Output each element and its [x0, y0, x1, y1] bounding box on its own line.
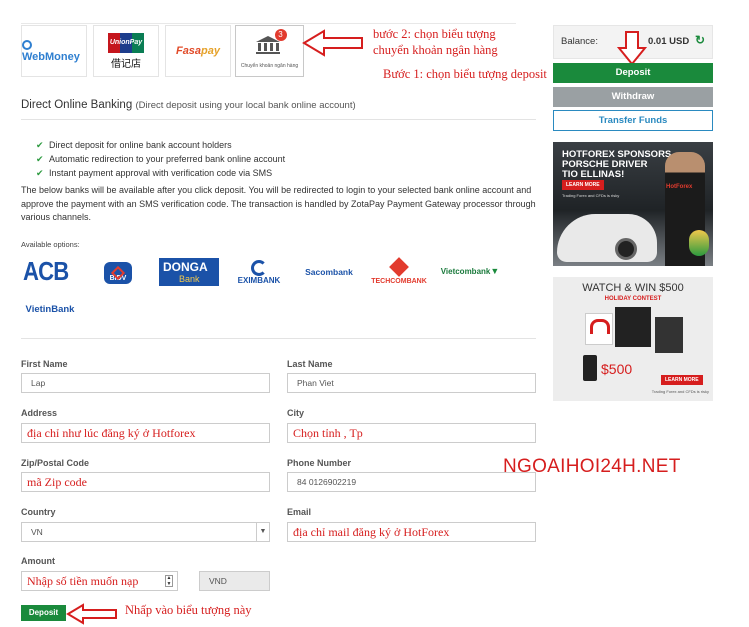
bank-vietcombank[interactable]: Vietcombank ▼: [438, 260, 502, 282]
method-bank-transfer[interactable]: 3 Chuyển khoản ngân hàng: [235, 25, 304, 77]
unionpay-logo: UnionPay 借记店: [108, 32, 144, 70]
phone-label: Phone Number: [287, 458, 352, 468]
bank-donga[interactable]: DONGA Bank: [159, 258, 219, 286]
method-fasapay[interactable]: Fasapay: [165, 25, 231, 77]
bank-techcombank[interactable]: TECHCOMBANK: [366, 256, 432, 288]
country-value: VN: [31, 527, 43, 537]
arrow-to-deposit-button: [66, 603, 117, 625]
section-title: Direct Online Banking (Direct deposit us…: [21, 99, 356, 111]
last-name-input[interactable]: Phan Viet: [287, 373, 536, 393]
deposit-submit-button[interactable]: Deposit: [21, 605, 66, 621]
banner2-amount: $500: [601, 361, 633, 377]
vietinbank-logo: VietinBank: [25, 303, 75, 315]
feature-item: ✔ Instant payment approval with verificat…: [36, 168, 273, 178]
amount-input[interactable]: Nhập số tiền muốn nạp ▲ ▼: [21, 571, 178, 591]
withdraw-button[interactable]: Withdraw: [553, 87, 713, 107]
bank-bidv[interactable]: BIDV: [101, 256, 135, 288]
headphones-icon: [590, 319, 610, 334]
watermark: NGOAIHOI24H.NET: [503, 456, 681, 477]
last-name-label: Last Name: [287, 359, 333, 369]
description: The below banks will be available after …: [21, 185, 536, 222]
holiday-contest-banner[interactable]: WATCH & WIN $500 HOLIDAY CONTEST $500 LE…: [553, 277, 713, 401]
porsche-banner[interactable]: HOTFOREX SPONSORS PORSCHE DRIVER TIO ELL…: [553, 142, 713, 266]
donga-sub: Bank: [179, 273, 200, 284]
bank-acb[interactable]: ACB: [21, 254, 71, 288]
annotation-step1: Bước 1: chọn biểu tượng deposit: [383, 67, 547, 81]
feature-item: ✔ Direct deposit for online bank account …: [36, 140, 232, 150]
balance-label: Balance:: [561, 36, 598, 47]
zip-label: Zip/Postal Code: [21, 458, 90, 468]
check-icon: ✔: [36, 168, 44, 178]
stepper-icon[interactable]: ▲ ▼: [165, 575, 173, 587]
check-icon: ✔: [36, 154, 44, 164]
banner1-brand: HotForex: [666, 184, 693, 190]
eximbank-label: EXIMBANK: [237, 275, 281, 285]
bank-vietinbank[interactable]: VietinBank: [19, 300, 81, 318]
arrow-to-bank-icon: [302, 29, 363, 57]
banner2-learn-more[interactable]: LEARN MORE: [661, 375, 703, 385]
banner2-disclaimer: Trading Forex and CFDs is risky: [651, 389, 709, 394]
bank-sacombank[interactable]: Sacombank: [297, 260, 361, 284]
method-webmoney[interactable]: WebMoney: [21, 25, 87, 77]
techcombank-label: TECHCOMBANK: [371, 277, 427, 285]
method-unionpay[interactable]: UnionPay 借记店: [93, 25, 159, 77]
banner1-disclaimer: Trading Forex and CFDs is risky: [562, 193, 620, 198]
helmet-image: [689, 230, 709, 256]
vietcombank-logo: Vietcombank: [440, 266, 491, 276]
first-name-input[interactable]: Lap: [21, 373, 270, 393]
city-input[interactable]: Chọn tỉnh , Tp: [287, 423, 536, 443]
donga-logo: DONGA: [163, 259, 208, 274]
banner2-sub: HOLIDAY CONTEST: [604, 296, 662, 302]
transfer-funds-button[interactable]: Transfer Funds: [553, 110, 713, 131]
unionpay-sub-label: 借记店: [111, 58, 141, 70]
available-options-label: Available options:: [21, 240, 80, 249]
form-divider: [21, 338, 536, 339]
vietcombank-icon: ▼: [490, 266, 500, 276]
first-name-label: First Name: [21, 359, 68, 369]
banner1-headline: HOTFOREX SPONSORS PORSCHE DRIVER TIO ELL…: [562, 149, 672, 180]
country-label: Country: [21, 507, 56, 517]
amount-value: Nhập số tiền muốn nạp: [27, 574, 139, 588]
bank-transfer-caption: Chuyển khoản ngân hàng: [240, 63, 299, 69]
chevron-down-icon: ▼: [256, 523, 269, 541]
city-label: City: [287, 408, 305, 418]
address-input[interactable]: địa chỉ như lúc đăng ký ở Hotforex: [21, 423, 270, 443]
address-label: Address: [21, 408, 58, 418]
feature-list: ✔ Direct deposit for online bank account …: [36, 138, 285, 180]
car-wheel-icon: [615, 238, 637, 260]
annotation-click-icon: Nhấp vào biểu tượng này: [125, 603, 252, 617]
check-icon: ✔: [36, 140, 44, 150]
phone-input[interactable]: 84 0126902219: [287, 472, 536, 492]
acb-logo: ACB: [23, 255, 69, 286]
bank-transfer-icon: 3: [255, 29, 287, 57]
feature-item: ✔ Automatic redirection to your preferred…: [36, 154, 286, 164]
webmoney-logo: WebMoney: [22, 39, 86, 63]
bank-transfer-badge: 3: [274, 29, 287, 41]
balance-value: 0.01 USD: [648, 36, 690, 47]
currency-field: VND: [199, 571, 270, 591]
arrow-to-deposit-tab: [617, 31, 647, 66]
sacombank-logo: Sacombank: [305, 267, 353, 277]
section-divider: [21, 119, 536, 120]
gift-boxes-image: [585, 307, 685, 355]
prize-phone-image: [583, 355, 597, 381]
bank-eximbank[interactable]: EXIMBANK: [233, 256, 285, 288]
banner1-learn-more[interactable]: LEARN MORE: [562, 180, 604, 190]
race-car-image: [557, 214, 657, 262]
country-select[interactable]: VN ▼: [21, 522, 270, 542]
zip-input[interactable]: mã Zip code: [21, 472, 270, 492]
techcombank-icon: [389, 256, 409, 277]
deposit-tab-button[interactable]: Deposit: [553, 63, 713, 83]
unionpay-card-icon: UnionPay: [108, 32, 144, 53]
eximbank-icon: [251, 259, 267, 276]
banner2-headline: WATCH & WIN $500: [582, 282, 684, 294]
webmoney-label: WebMoney: [22, 51, 80, 63]
email-input[interactable]: địa chỉ mail đăng ký ở HotForex: [287, 522, 536, 542]
fasapay-logo: Fasapay: [175, 45, 221, 57]
annotation-step2: bước 2: chọn biểu tượng chuyển khoản ngâ…: [373, 27, 498, 57]
amount-label: Amount: [21, 556, 55, 566]
email-label: Email: [287, 507, 312, 517]
refresh-icon[interactable]: ↻: [695, 33, 705, 47]
webmoney-globe-icon: [22, 40, 32, 51]
